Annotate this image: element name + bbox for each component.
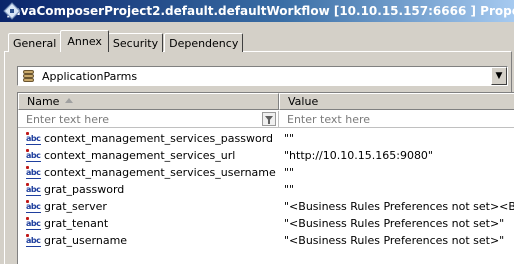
table-row[interactable]: abc grat_server "<Business Rules Preferen… <box>18 198 514 215</box>
row-name: grat_password <box>44 183 125 196</box>
row-name: context_management_services_url <box>44 149 236 162</box>
row-value[interactable]: "<Business Rules Preferences not set>" <box>284 217 504 230</box>
row-value[interactable]: "" <box>284 183 294 196</box>
row-value[interactable]: "<Business Rules Preferences not set><Bu… <box>284 200 514 213</box>
filter-icon[interactable] <box>262 112 276 126</box>
column-header-name-label: Name <box>27 95 60 108</box>
table-row[interactable]: abc grat_username "<Business Rules Prefer… <box>18 232 514 249</box>
string-type-icon: abc <box>26 199 41 213</box>
column-header-value[interactable]: Value <box>279 93 514 110</box>
properties-grid: Name Value Enter text here Enter text he… <box>17 92 514 264</box>
row-name: grat_server <box>44 200 107 213</box>
string-type-icon: abc <box>26 216 41 230</box>
string-type-icon: abc <box>26 131 41 145</box>
row-name: context_management_services_username <box>44 166 276 179</box>
tab-general[interactable]: General <box>8 33 62 52</box>
string-type-icon: abc <box>26 148 41 162</box>
tab-strip: General Annex Security Dependency <box>8 30 244 52</box>
stack-icon <box>22 69 36 83</box>
table-row[interactable]: abc grat_tenant "<Business Rules Preferen… <box>18 215 514 232</box>
title-bar: JavaComposerProject2.default.defaultWork… <box>0 0 514 22</box>
table-row[interactable]: abc context_management_services_password … <box>18 130 514 147</box>
sort-ascending-icon <box>65 98 73 103</box>
string-type-icon: abc <box>26 165 41 179</box>
window-title: JavaComposerProject2.default.defaultWork… <box>8 4 514 18</box>
tab-security[interactable]: Security <box>107 33 164 52</box>
name-filter-placeholder: Enter text here <box>26 112 110 126</box>
chevron-down-icon[interactable]: ▼ <box>491 67 507 85</box>
row-value[interactable]: "<Business Rules Preferences not set>" <box>284 234 504 247</box>
row-value[interactable]: "http://10.10.15.165:9080" <box>284 149 433 162</box>
tab-dependency[interactable]: Dependency <box>164 33 244 52</box>
section-dropdown-value: ApplicationParms <box>42 69 138 83</box>
table-row[interactable]: abc context_management_services_url "http… <box>18 147 514 164</box>
value-filter-input[interactable]: Enter text here <box>279 111 514 128</box>
table-row[interactable]: abc grat_password "" <box>18 181 514 198</box>
table-row[interactable]: abc context_management_services_username … <box>18 164 514 181</box>
string-type-icon: abc <box>26 182 41 196</box>
tab-annex[interactable]: Annex <box>60 30 109 52</box>
column-header-name[interactable]: Name <box>18 93 279 110</box>
string-type-icon: abc <box>26 233 41 247</box>
column-header-value-label: Value <box>288 95 319 108</box>
row-value[interactable]: "" <box>284 166 294 179</box>
value-filter-placeholder: Enter text here <box>287 112 371 126</box>
row-name: grat_username <box>44 234 128 247</box>
row-name: grat_tenant <box>44 217 109 230</box>
row-name: context_management_services_password <box>44 132 274 145</box>
name-filter-input[interactable]: Enter text here <box>18 111 279 128</box>
row-value[interactable]: "" <box>284 132 294 145</box>
section-dropdown[interactable]: ApplicationParms ▼ <box>17 66 508 86</box>
